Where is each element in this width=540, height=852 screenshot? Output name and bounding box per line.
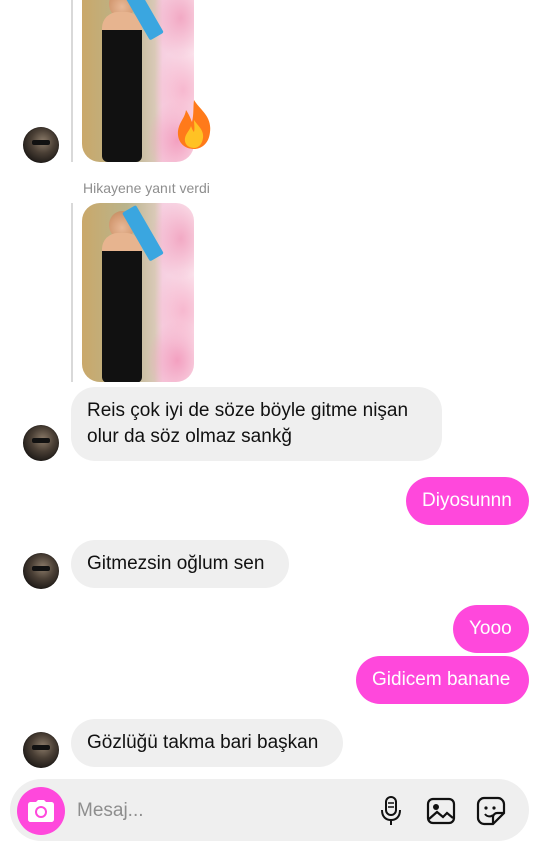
contact-avatar[interactable] xyxy=(23,425,59,461)
incoming-message[interactable]: Reis çok iyi de söze böyle gitme nişan o… xyxy=(71,387,442,461)
sticker-icon xyxy=(476,796,506,826)
story-quote-line xyxy=(71,0,73,162)
fire-icon xyxy=(177,100,211,149)
sticker-button[interactable] xyxy=(475,795,507,827)
outgoing-message[interactable]: Yooo xyxy=(453,605,529,653)
message-input[interactable]: Mesaj... xyxy=(77,800,144,822)
camera-icon xyxy=(28,800,54,822)
fire-reaction xyxy=(172,98,216,150)
story-preview[interactable] xyxy=(82,203,194,382)
microphone-button[interactable] xyxy=(375,795,407,827)
story-person-dress xyxy=(102,233,142,382)
story-quote-line xyxy=(71,203,73,382)
story-reply-label: Hikayene yanıt verdi xyxy=(83,180,210,196)
gallery-icon xyxy=(426,797,456,825)
contact-avatar[interactable] xyxy=(23,127,59,163)
outgoing-message[interactable]: Diyosunnn xyxy=(406,477,529,525)
incoming-message[interactable]: Gözlüğü takma bari başkan xyxy=(71,719,343,767)
contact-avatar[interactable] xyxy=(23,732,59,768)
microphone-icon xyxy=(381,796,401,825)
camera-button[interactable] xyxy=(17,787,65,835)
incoming-message[interactable]: Gitmezsin oğlum sen xyxy=(71,540,289,588)
contact-avatar[interactable] xyxy=(23,553,59,589)
outgoing-message[interactable]: Gidicem banane xyxy=(356,656,529,704)
story-person-dress xyxy=(102,12,142,162)
gallery-button[interactable] xyxy=(425,795,457,827)
